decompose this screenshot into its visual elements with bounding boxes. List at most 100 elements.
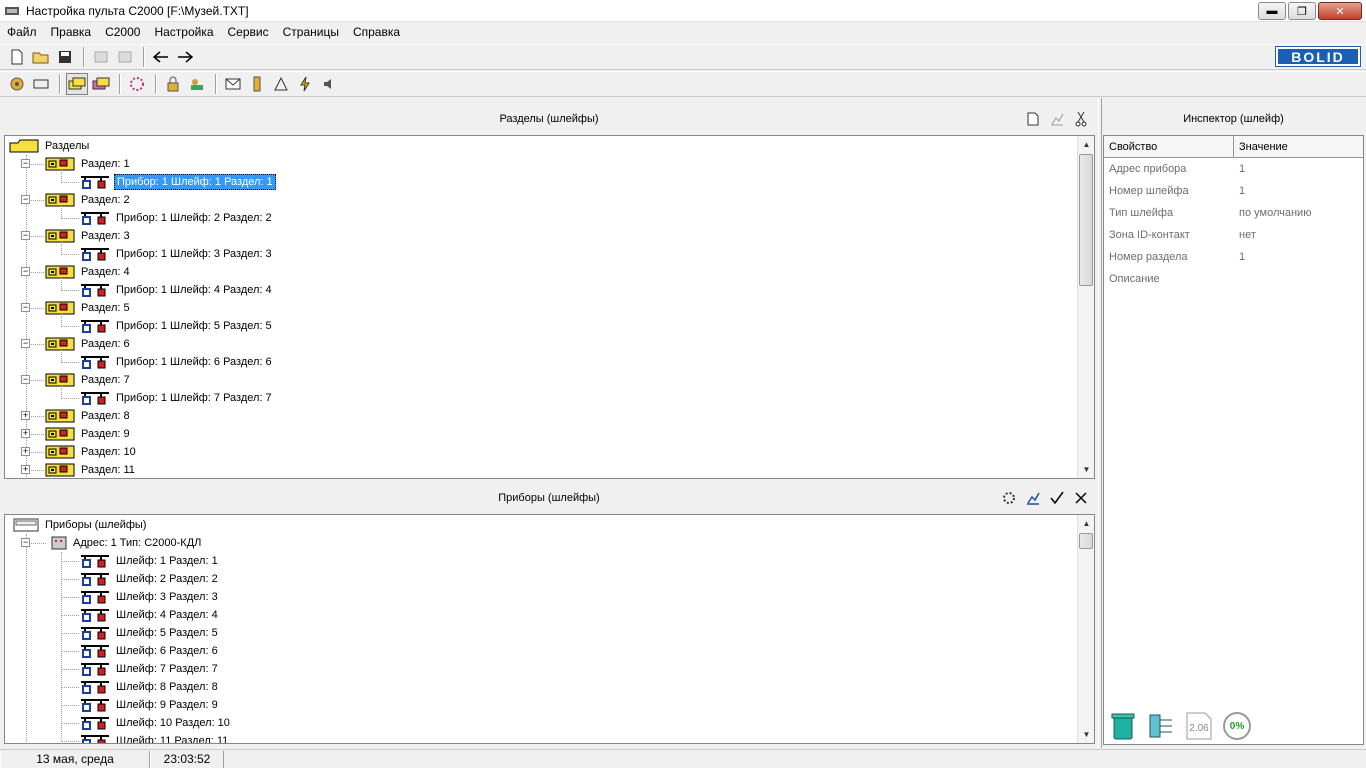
section-item[interactable]: Раздел: 8 (45, 407, 132, 425)
scroll-down-arrow[interactable]: ▼ (1078, 461, 1094, 478)
scroll-down-arrow[interactable]: ▼ (1078, 726, 1094, 743)
device-loop-item[interactable]: Шлейф: 1 Раздел: 1 (80, 552, 220, 570)
sections-properties-button[interactable] (1024, 110, 1042, 128)
section-item[interactable]: Раздел: 5 (45, 299, 132, 317)
inspector-row[interactable]: Номер раздела 1 (1104, 246, 1363, 268)
section-loop-item[interactable]: Прибор: 1 Шлейф: 7 Раздел: 7 (80, 389, 274, 407)
section-item[interactable]: Раздел: 10 (45, 443, 138, 461)
menu-service[interactable]: Сервис (221, 25, 276, 39)
section-item[interactable]: Раздел: 7 (45, 371, 132, 389)
minimize-button[interactable]: ▬ (1258, 2, 1286, 20)
devices-delete-button[interactable] (1072, 489, 1090, 507)
users-button[interactable] (186, 73, 208, 95)
sections-tree[interactable]: ▲ ▼ Разделы − Раздел: 1 Прибор: 1 Шлейф: 1 … (4, 135, 1095, 479)
config-button[interactable] (6, 73, 28, 95)
power-button[interactable] (294, 73, 316, 95)
scroll-thumb[interactable] (1079, 154, 1093, 286)
save-button[interactable] (54, 46, 76, 68)
inspector-row[interactable]: Адрес прибора 1 (1104, 158, 1363, 180)
keyboard-button[interactable] (30, 73, 52, 95)
section-loop-item[interactable]: Прибор: 1 Шлейф: 4 Раздел: 4 (80, 281, 274, 299)
sections-cut-button[interactable] (1072, 110, 1090, 128)
section-item[interactable]: Раздел: 1 (45, 155, 132, 173)
expand-toggle[interactable]: + (21, 465, 30, 474)
menu-file[interactable]: Файл (0, 25, 44, 39)
close-button[interactable]: ✕ (1318, 2, 1362, 20)
inspector-row[interactable]: Зона ID-контакт нет (1104, 224, 1363, 246)
collapse-toggle[interactable]: − (21, 159, 30, 168)
restore-button[interactable]: ❐ (1288, 2, 1316, 20)
inspector-value[interactable]: по умолчанию (1234, 207, 1311, 219)
device-loop-item[interactable]: Шлейф: 11 Раздел: 11 (80, 732, 230, 743)
collapse-toggle[interactable]: − (21, 303, 30, 312)
device-loop-item[interactable]: Шлейф: 7 Раздел: 7 (80, 660, 220, 678)
groups-view-button[interactable] (90, 73, 112, 95)
recycle-bin-button[interactable] (1108, 710, 1138, 742)
inspector-row[interactable]: Номер шлейфа 1 (1104, 180, 1363, 202)
menu-pages[interactable]: Страницы (276, 25, 346, 39)
relay-button[interactable] (246, 73, 268, 95)
device-item[interactable]: Адрес: 1 Тип: С2000-КДЛ (51, 534, 203, 552)
expand-toggle[interactable]: + (21, 429, 30, 438)
section-loop-item[interactable]: Прибор: 1 Шлейф: 2 Раздел: 2 (80, 209, 274, 227)
collapse-toggle[interactable]: − (21, 267, 30, 276)
section-item[interactable]: Раздел: 6 (45, 335, 132, 353)
device-loop-item[interactable]: Шлейф: 9 Раздел: 9 (80, 696, 220, 714)
inspector-value[interactable]: 1 (1234, 251, 1245, 263)
inspector-col-property[interactable]: Свойство (1104, 136, 1234, 157)
menu-c2000[interactable]: С2000 (98, 25, 147, 39)
inspector-value[interactable]: 1 (1234, 163, 1245, 175)
section-item[interactable]: Раздел: 4 (45, 263, 132, 281)
device-loop-item[interactable]: Шлейф: 2 Раздел: 2 (80, 570, 220, 588)
devices-apply-button[interactable] (1048, 489, 1066, 507)
messages-button[interactable] (222, 73, 244, 95)
new-file-button[interactable] (6, 46, 28, 68)
network-button[interactable] (126, 73, 148, 95)
panel-splitter[interactable] (1098, 98, 1102, 748)
menu-help[interactable]: Справка (346, 25, 407, 39)
inspector-col-value[interactable]: Значение (1234, 136, 1363, 157)
sections-view-button[interactable] (66, 73, 88, 95)
tree-root-sections[interactable]: Разделы (9, 137, 91, 155)
section-item[interactable]: Раздел: 3 (45, 227, 132, 245)
menu-settings[interactable]: Настройка (147, 25, 220, 39)
inspector-value[interactable]: 1 (1234, 185, 1245, 197)
devices-network-button[interactable] (1000, 489, 1018, 507)
section-item[interactable]: Раздел: 9 (45, 425, 132, 443)
sections-scrollbar[interactable]: ▲ ▼ (1077, 136, 1094, 478)
scroll-thumb[interactable] (1079, 533, 1093, 549)
section-loop-item[interactable]: Прибор: 1 Шлейф: 3 Раздел: 3 (80, 245, 274, 263)
open-file-button[interactable] (30, 46, 52, 68)
section-loop-item[interactable]: Прибор: 1 Шлейф: 1 Раздел: 1 (80, 173, 276, 191)
forward-button[interactable] (174, 46, 196, 68)
sections-edit-button[interactable] (1048, 110, 1066, 128)
collapse-toggle[interactable]: − (21, 538, 30, 547)
scroll-up-arrow[interactable]: ▲ (1078, 515, 1094, 532)
back-button[interactable] (150, 46, 172, 68)
device-tree-button[interactable] (1146, 710, 1176, 742)
section-loop-item[interactable]: Прибор: 1 Шлейф: 6 Раздел: 6 (80, 353, 274, 371)
write-device-button[interactable] (114, 46, 136, 68)
section-item[interactable]: Раздел: 11 (45, 461, 137, 478)
scroll-up-arrow[interactable]: ▲ (1078, 136, 1094, 153)
collapse-toggle[interactable]: − (21, 195, 30, 204)
collapse-toggle[interactable]: − (21, 375, 30, 384)
expand-toggle[interactable]: + (21, 411, 30, 420)
collapse-toggle[interactable]: − (21, 339, 30, 348)
device-loop-item[interactable]: Шлейф: 4 Раздел: 4 (80, 606, 220, 624)
devices-scrollbar[interactable]: ▲ ▼ (1077, 515, 1094, 743)
inspector-row[interactable]: Описание (1104, 268, 1363, 290)
device-loop-item[interactable]: Шлейф: 6 Раздел: 6 (80, 642, 220, 660)
access-button[interactable] (162, 73, 184, 95)
device-loop-item[interactable]: Шлейф: 5 Раздел: 5 (80, 624, 220, 642)
devices-edit-button[interactable] (1024, 489, 1042, 507)
device-loop-item[interactable]: Шлейф: 3 Раздел: 3 (80, 588, 220, 606)
expand-toggle[interactable]: + (21, 447, 30, 456)
sound-button[interactable] (318, 73, 340, 95)
section-loop-item[interactable]: Прибор: 1 Шлейф: 5 Раздел: 5 (80, 317, 274, 335)
tree-root-devices[interactable]: Приборы (шлейфы) (13, 516, 148, 534)
inspector-row[interactable]: Тип шлейфа по умолчанию (1104, 202, 1363, 224)
device-loop-item[interactable]: Шлейф: 8 Раздел: 8 (80, 678, 220, 696)
scenario-button[interactable] (270, 73, 292, 95)
inspector-value[interactable]: нет (1234, 229, 1256, 241)
